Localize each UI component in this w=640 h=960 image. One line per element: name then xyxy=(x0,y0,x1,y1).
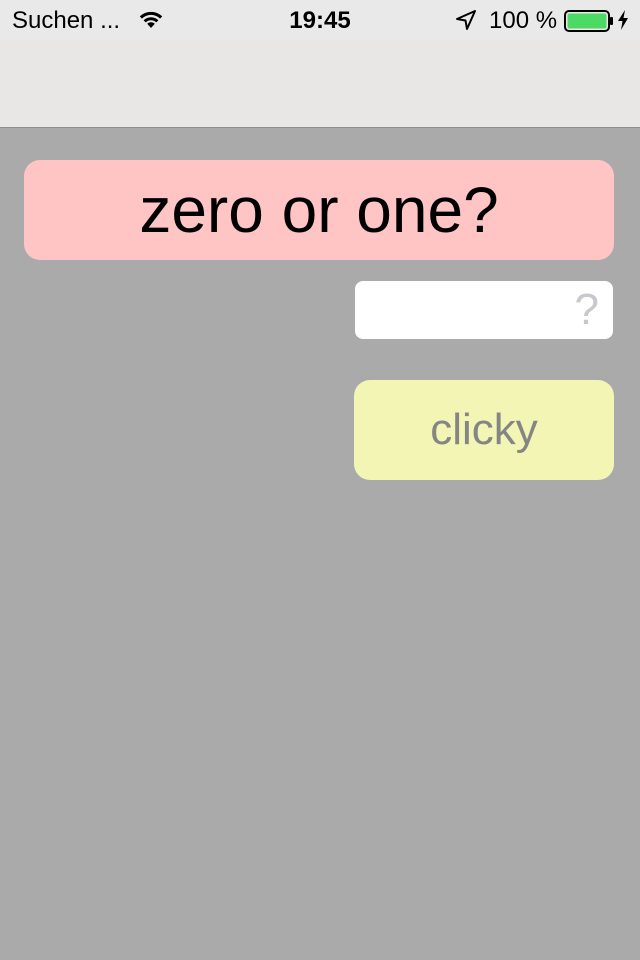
status-bar: Suchen ... 19:45 100 % xyxy=(0,0,640,40)
charging-icon xyxy=(618,10,628,30)
question-label: zero or one? xyxy=(24,160,614,260)
main-content: zero or one? clicky xyxy=(0,128,640,960)
clicky-button[interactable]: clicky xyxy=(354,380,614,480)
battery-icon xyxy=(564,10,613,32)
location-icon xyxy=(456,10,476,30)
battery-percent: 100 % xyxy=(489,7,558,34)
battery-fill xyxy=(567,13,607,29)
answer-input[interactable] xyxy=(355,281,613,339)
navigation-bar xyxy=(0,40,640,128)
